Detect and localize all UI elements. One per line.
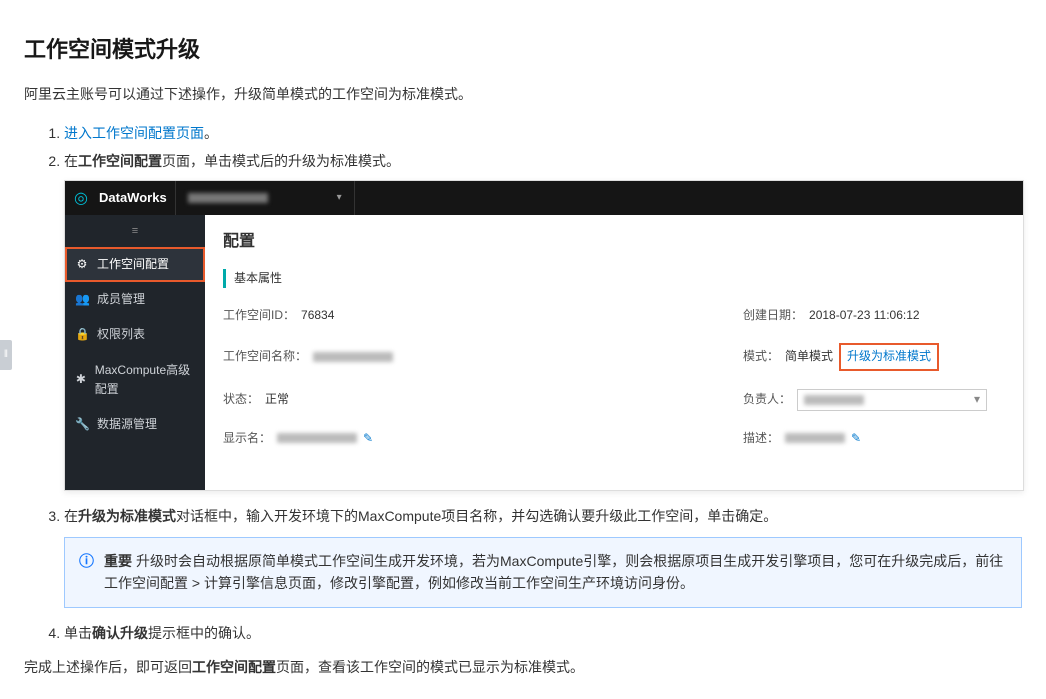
ws-name-value — [313, 352, 393, 362]
step-4-suffix: 提示框中的确认。 — [148, 625, 260, 641]
dataworks-screenshot: ◎ DataWorks ▾ ≡ ⚙ 工作空间配置 👥 成员管理 — [64, 180, 1024, 490]
step-1: 进入工作空间配置页面。 — [64, 122, 1022, 144]
dw-main: 配置 基本属性 工作空间ID： 76834 创建日期： 2018-07-23 1… — [205, 215, 1023, 489]
ws-id-label: 工作空间ID： — [223, 306, 295, 325]
display-value — [277, 433, 357, 443]
dataworks-brand: DataWorks — [97, 188, 175, 209]
row-ws-id: 工作空间ID： 76834 创建日期： 2018-07-23 11:06:12 — [223, 306, 1005, 325]
enter-config-link[interactable]: 进入工作空间配置页面 — [64, 125, 204, 141]
sidebar-item-label: 数据源管理 — [97, 415, 157, 434]
step-2-bold: 工作空间配置 — [78, 153, 162, 169]
config-title: 配置 — [223, 229, 1005, 255]
dw-body: ≡ ⚙ 工作空间配置 👥 成员管理 🔒 权限列表 ✱ — [65, 215, 1023, 489]
section-basic-title: 基本属性 — [223, 269, 1005, 288]
collapse-icon[interactable]: ≡ — [65, 221, 205, 247]
mode-label: 模式： — [743, 347, 779, 366]
ws-id-value: 76834 — [301, 306, 334, 325]
chevron-down-icon: ▾ — [337, 190, 342, 206]
sidebar-item-label: 成员管理 — [97, 290, 145, 309]
alert-text: 升级时会自动根据原简单模式工作空间生成开发环境，若为MaxCompute引擎，则… — [104, 553, 1003, 591]
info-icon: ⓘ — [79, 550, 94, 595]
row-display-name: 显示名： ✎ 描述： ✎ — [223, 429, 1005, 448]
conclusion-bold: 工作空间配置 — [192, 659, 276, 675]
step-3: 在升级为标准模式对话框中，输入开发环境下的MaxCompute项目名称，并勾选确… — [64, 505, 1022, 608]
edit-display-icon[interactable]: ✎ — [363, 429, 373, 448]
sidebar-item-label: 工作空间配置 — [97, 255, 169, 274]
ws-name-label: 工作空间名称： — [223, 347, 307, 366]
owner-label: 负责人： — [743, 390, 791, 409]
sidebar-item-label: 权限列表 — [97, 325, 145, 344]
conclusion-suffix: 页面，查看该工作空间的模式已显示为标准模式。 — [276, 659, 584, 675]
sidebar-item-datasource[interactable]: 🔧 数据源管理 — [65, 407, 205, 442]
step-4-prefix: 单击 — [64, 625, 92, 641]
important-alert: ⓘ 重要升级时会自动根据原简单模式工作空间生成开发环境，若为MaxCompute… — [64, 537, 1022, 608]
step-3-suffix: 对话框中，输入开发环境下的MaxCompute项目名称，并勾选确认要升级此工作空… — [176, 508, 777, 524]
alert-label: 重要 — [104, 553, 132, 569]
dw-sidebar: ≡ ⚙ 工作空间配置 👥 成员管理 🔒 权限列表 ✱ — [65, 215, 205, 489]
desc-value — [785, 433, 845, 443]
step-2-prefix: 在 — [64, 153, 78, 169]
asterisk-icon: ✱ — [75, 370, 87, 389]
step-2-suffix: 页面，单击模式后的升级为标准模式。 — [162, 153, 400, 169]
create-date-label: 创建日期： — [743, 306, 803, 325]
workspace-dropdown-value — [188, 193, 268, 203]
sidebar-item-permissions[interactable]: 🔒 权限列表 — [65, 317, 205, 352]
desc-label: 描述： — [743, 429, 779, 448]
intro-text: 阿里云主账号可以通过下述操作，升级简单模式的工作空间为标准模式。 — [24, 83, 1022, 105]
wrench-icon: 🔧 — [75, 415, 89, 434]
conclusion-prefix: 完成上述操作后，即可返回 — [24, 659, 192, 675]
row-ws-name: 工作空间名称： 模式： 简单模式 升级为标准模式 — [223, 343, 1005, 370]
status-label: 状态： — [223, 390, 259, 409]
owner-value — [804, 395, 864, 405]
page-title: 工作空间模式升级 — [24, 32, 1022, 67]
lock-icon: 🔒 — [75, 325, 89, 344]
side-handle[interactable]: ‖ — [0, 340, 12, 370]
conclusion: 完成上述操作后，即可返回工作空间配置页面，查看该工作空间的模式已显示为标准模式。 — [24, 656, 1022, 678]
step-3-prefix: 在 — [64, 508, 78, 524]
chevron-down-icon: ▾ — [974, 390, 980, 409]
step-3-bold: 升级为标准模式 — [78, 508, 176, 524]
step-4-bold: 确认升级 — [92, 625, 148, 641]
sidebar-item-label: MaxCompute高级配置 — [95, 361, 195, 399]
step-2: 在工作空间配置页面，单击模式后的升级为标准模式。 ◎ DataWorks ▾ ≡… — [64, 150, 1022, 491]
mode-value: 简单模式 — [785, 347, 833, 366]
dw-header: ◎ DataWorks ▾ — [65, 181, 1023, 215]
create-date-value: 2018-07-23 11:06:12 — [809, 306, 920, 325]
steps-list: 进入工作空间配置页面。 在工作空间配置页面，单击模式后的升级为标准模式。 ◎ D… — [24, 122, 1022, 645]
status-value: 正常 — [265, 390, 289, 409]
upgrade-mode-link[interactable]: 升级为标准模式 — [839, 343, 939, 370]
sidebar-item-maxcompute[interactable]: ✱ MaxCompute高级配置 — [65, 353, 205, 407]
dataworks-logo-icon: ◎ — [65, 186, 97, 212]
gear-icon: ⚙ — [75, 255, 89, 274]
users-icon: 👥 — [75, 290, 89, 309]
workspace-dropdown[interactable]: ▾ — [175, 181, 355, 215]
edit-desc-icon[interactable]: ✎ — [851, 429, 861, 448]
step-1-suffix: 。 — [204, 125, 218, 141]
sidebar-item-workspace-config[interactable]: ⚙ 工作空间配置 — [65, 247, 205, 282]
display-label: 显示名： — [223, 429, 271, 448]
owner-select[interactable]: ▾ — [797, 389, 987, 411]
step-4: 单击确认升级提示框中的确认。 — [64, 622, 1022, 644]
sidebar-item-members[interactable]: 👥 成员管理 — [65, 282, 205, 317]
row-status: 状态： 正常 负责人： ▾ — [223, 389, 1005, 411]
